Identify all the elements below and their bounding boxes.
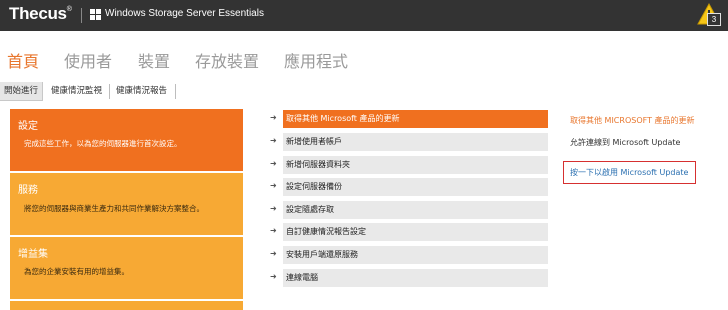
detail-description: 允許連線到 Microsoft Update	[570, 138, 681, 147]
tab-health-report[interactable]: 健康情況報告	[116, 82, 167, 100]
panel-services[interactable]: 服務 將您的伺服器與商業生產力和共同作業解決方案整合。	[10, 173, 243, 235]
nav-home[interactable]: 首頁	[7, 48, 39, 72]
task-add-server-folder[interactable]: ➜ 新增伺服器資料夾	[270, 156, 550, 174]
panel-setup[interactable]: 設定 完成這些工作，以為您的伺服器進行首次設定。	[10, 109, 243, 171]
panel-title: 增益集	[18, 249, 48, 260]
arrow-right-icon: ➜	[270, 136, 277, 145]
thecus-logo: Thecus®	[9, 4, 72, 23]
alert-count-badge[interactable]: 3	[707, 13, 721, 26]
nav-applications[interactable]: 應用程式	[284, 48, 348, 72]
topbar-divider	[81, 8, 82, 23]
task-install-client-restore[interactable]: ➜ 安裝用戶端還原服務	[270, 246, 550, 264]
task-label: 取得其他 Microsoft 產品的更新	[283, 110, 548, 128]
panel-description: 為您的企業安裝有用的增益集。	[24, 267, 129, 276]
arrow-right-icon: ➜	[270, 181, 277, 190]
arrow-right-icon: ➜	[270, 159, 277, 168]
panel-more	[10, 301, 243, 310]
top-bar: Thecus® Windows Storage Server Essential…	[0, 0, 728, 31]
detail-title: 取得其他 MICROSOFT 產品的更新	[570, 116, 695, 125]
arrow-right-icon: ➜	[270, 272, 277, 281]
nav-storage[interactable]: 存放裝置	[195, 48, 259, 72]
tab-getting-started[interactable]: 開始進行	[0, 82, 44, 101]
arrow-right-icon: ➜	[270, 204, 277, 213]
panel-description: 將您的伺服器與商業生產力和共同作業解決方案整合。	[24, 204, 204, 213]
panel-description: 完成這些工作，以為您的伺服器進行首次設定。	[24, 139, 182, 148]
task-label: 連線電腦	[283, 269, 548, 287]
nav-devices[interactable]: 裝置	[138, 48, 170, 72]
task-label: 設定隨處存取	[283, 201, 548, 219]
tab-divider	[109, 84, 110, 99]
task-label: 自訂健康情況報告設定	[283, 223, 548, 241]
task-setup-anywhere-access[interactable]: ➜ 設定隨處存取	[270, 201, 550, 219]
panel-title: 設定	[18, 121, 38, 132]
arrow-right-icon: ➜	[270, 226, 277, 235]
task-label: 安裝用戶端還原服務	[283, 246, 548, 264]
task-label: 設定伺服器備份	[283, 178, 548, 196]
nav-users[interactable]: 使用者	[64, 48, 112, 72]
panel-title: 服務	[18, 185, 38, 196]
task-connect-computers[interactable]: ➜ 連線電腦	[270, 269, 550, 287]
tab-divider	[175, 84, 176, 99]
windows-logo-icon	[90, 9, 101, 20]
arrow-right-icon: ➜	[270, 249, 277, 258]
enable-microsoft-update-link[interactable]: 按一下以啟用 Microsoft Update	[570, 167, 688, 178]
arrow-right-icon: ➜	[270, 113, 277, 122]
panel-addins[interactable]: 增益集 為您的企業安裝有用的增益集。	[10, 237, 243, 299]
task-label: 新增伺服器資料夾	[283, 156, 548, 174]
task-customize-health-report[interactable]: ➜ 自訂健康情況報告設定	[270, 223, 550, 241]
task-label: 新增使用者帳戶	[283, 133, 548, 151]
task-setup-server-backup[interactable]: ➜ 設定伺服器備份	[270, 178, 550, 196]
product-name: Windows Storage Server Essentials	[105, 8, 264, 19]
tab-health-monitoring[interactable]: 健康情況監視	[51, 82, 102, 100]
task-add-user-account[interactable]: ➜ 新增使用者帳戶	[270, 133, 550, 151]
task-get-microsoft-updates[interactable]: ➜ 取得其他 Microsoft 產品的更新	[270, 110, 550, 128]
